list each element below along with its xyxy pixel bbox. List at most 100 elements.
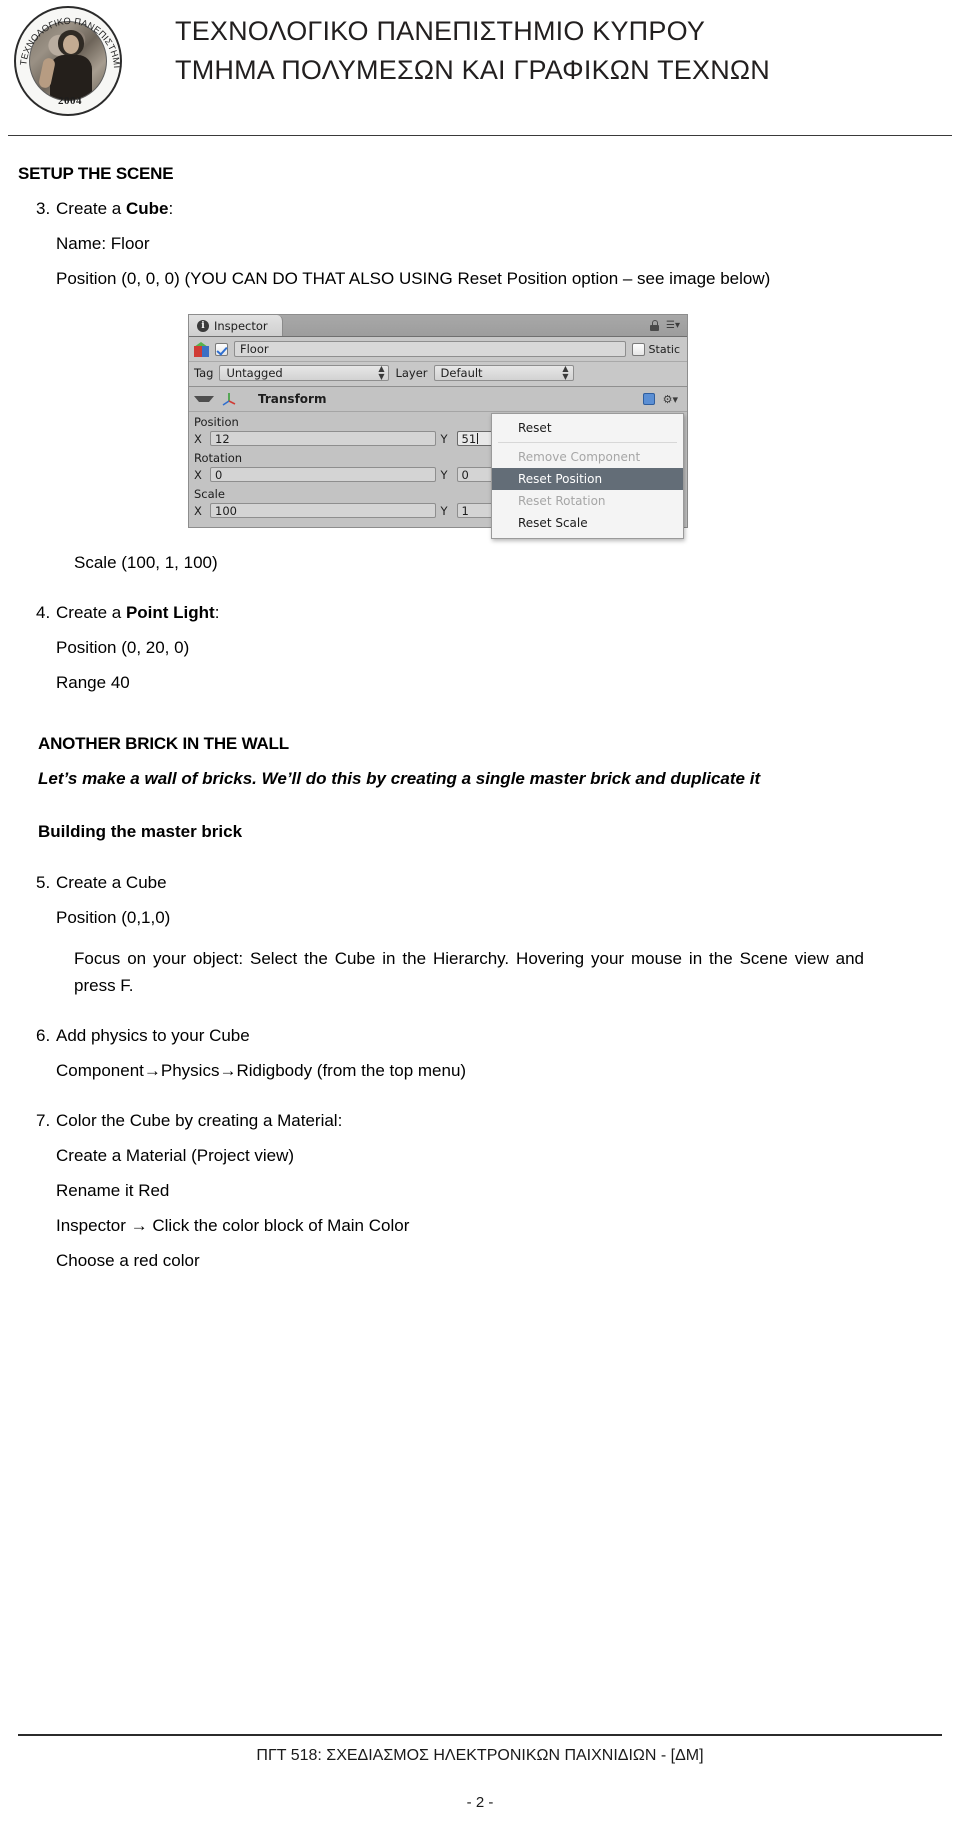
list-item-7-line3: Rename it Red [56,1181,170,1200]
list-item-5-number: 5. [36,873,51,892]
list-item-4-position-line: Position (0, 20, 0) [56,638,190,657]
inspector-tab-actions: ☰▾ [650,315,687,336]
tab-inspector[interactable]: i Inspector [189,315,283,336]
list-item-7: 7. Color the Cube by creating a Material… [18,1108,942,1274]
inspector-tag-layer-row: Tag Untagged ▲ ▼ Layer Default ▲ ▼ [189,362,687,387]
transform-context-menu[interactable]: Reset Remove Component Reset Position Re… [491,413,684,539]
list-item-7-line5: Choose a red color [56,1251,200,1270]
footer-divider [18,1734,942,1736]
position-x-axis-label: X [194,431,202,446]
list-item-3-position-line: Position (0, 0, 0) (YOU CAN DO THAT ALSO… [56,269,771,288]
rotation-y-axis-label: Y [440,467,448,482]
list-item-5: 5. Create a Cube Position (0,1,0) [18,870,942,931]
position-x-input[interactable]: 12 [210,431,436,446]
list-item-3-name-line: Name: Floor [56,234,150,253]
list-item-6-line1: Add physics to your Cube [56,1026,250,1045]
object-name-input[interactable]: Floor [234,341,626,357]
context-menu-separator [498,442,677,443]
page-footer: ΠΓΤ 518: ΣΧΕΔΙΑΣΜΟΣ ΗΛΕΚΤΡΟΝΙΚΩΝ ΠΑΙΧΝΙΔ… [0,1734,960,1823]
header-titles: ΤΕΧΝΟΛΟΓΙΚΟ ΠΑΝΕΠΙΣΤΗΜΙΟ ΚΥΠΡΟΥ ΤΜΗΜΑ ΠΟ… [175,12,770,90]
tab-inspector-label: Inspector [214,318,268,333]
static-label: Static [648,342,680,356]
building-master-brick-heading: Building the master brick [38,822,243,841]
object-active-checkbox[interactable] [215,342,228,356]
context-menu-item-reset[interactable]: Reset [492,417,683,439]
svg-text:ΤΕΧΝΟΛΟΓΙΚΟ ΠΑΝΕΠΙΣΤΗΜΙΟ ΚΥΠΡΟ: ΤΕΧΝΟΛΟΓΙΚΟ ΠΑΝΕΠΙΣΤΗΜΙΟ ΚΥΠΡΟΥ [16,8,122,69]
transform-title: Transform [258,392,327,406]
transform-axis-icon [221,392,237,406]
list-item-6-body: Add physics to your Cube Component→Physi… [56,1023,942,1084]
context-menu-item-reset-rotation: Reset Rotation [518,494,606,508]
component-header-actions: ⚙▾ [642,393,682,405]
colon-text: : [168,199,174,218]
position-y-value: 51 [461,431,477,446]
list-item-3-line1: Create a Cube: [56,196,942,222]
context-menu-item-reset-position[interactable]: Reset Position [492,468,683,490]
chevron-updown-icon: ▲ ▼ [378,364,385,381]
page-header: ΤΕΧΝΟΛΟΓΙΚΟ ΠΑΝΕΠΙΣΤΗΜΙΟ ΚΥΠΡΟΥ 2004 ΤΕΧ… [0,0,960,140]
setup-the-scene-heading: SETUP THE SCENE [18,164,174,183]
scale-x-input[interactable]: 100 [210,503,436,518]
list-item-5-position-line: Position (0,1,0) [56,908,171,927]
rotation-x-input[interactable]: 0 [210,467,436,482]
list-item-5-body: Create a Cube Position (0,1,0) [56,870,942,931]
colon-text-2: : [214,603,220,622]
scale-y-axis-label: Y [440,503,448,518]
list-item-3-scale-line: Scale (100, 1, 100) [74,553,218,572]
list-item-6: 6. Add physics to your Cube Component→Ph… [18,1023,942,1084]
list-item-3: 3. Create a Cube: Name: Floor Position (… [18,196,942,292]
list-item-4-body: Create a Point Light: Position (0, 20, 0… [56,600,942,696]
list-item-4-number: 4. [36,603,51,622]
list-item-6-number: 6. [36,1026,51,1045]
rotation-x-axis-label: X [194,467,202,482]
university-name: ΤΕΧΝΟΛΟΓΙΚΟ ΠΑΝΕΠΙΣΤΗΜΙΟ ΚΥΠΡΟΥ [175,16,706,46]
inspector-tab-bar: i Inspector ☰▾ [189,315,687,337]
scale-x-axis-label: X [194,503,202,518]
tag-dropdown[interactable]: Untagged ▲ ▼ [219,364,390,381]
brick-intro-paragraph: Let’s make a wall of bricks. We’ll do th… [38,769,761,788]
header-divider [8,135,952,136]
context-menu-item-remove-component: Remove Component [518,450,641,464]
point-light-bold-text: Point Light [125,603,215,622]
document-content: SETUP THE SCENE 3. Create a Cube: Name: … [0,164,960,1274]
list-item-3-body: Create a Cube: Name: Floor Position (0, … [56,196,942,292]
gear-icon[interactable]: ⚙▾ [663,394,678,405]
seal-year: 2004 [58,95,82,107]
create-a-text-2: Create a [56,603,126,622]
footer-course-text: ΠΓΤ 518: ΣΧΕΔΙΑΣΜΟΣ ΗΛΕΚΤΡΟΝΙΚΩΝ ΠΑΙΧΝΙΔ… [256,1747,704,1764]
chevron-updown-icon-2: ▲ ▼ [562,364,569,381]
layer-value: Default [440,366,483,380]
unity-inspector-screenshot: i Inspector ☰▾ Floor Static Tag Untagged [188,314,688,539]
another-brick-heading: ANOTHER BRICK IN THE WALL [38,734,289,753]
kebab-menu-icon[interactable]: ☰▾ [666,320,680,331]
footer-page-number: - 2 - [466,1794,494,1811]
transform-component-header[interactable]: Transform ⚙▾ [189,387,687,412]
cube-icon [194,341,209,357]
foldout-triangle-icon[interactable] [194,396,214,402]
list-item-7-body: Color the Cube by creating a Material: C… [56,1108,942,1274]
lock-icon[interactable] [650,320,660,331]
list-item-4-range-line: Range 40 [56,673,130,692]
university-logo: ΤΕΧΝΟΛΟΓΙΚΟ ΠΑΝΕΠΙΣΤΗΜΙΟ ΚΥΠΡΟΥ 2004 [14,6,124,118]
static-toggle-group: Static [631,342,682,356]
list-item-6-line2: Component→Physics→Ridigbody (from the to… [56,1061,467,1080]
info-icon: i [197,319,209,332]
list-item-7-number: 7. [36,1111,51,1130]
text-caret [477,433,479,444]
position-y-axis-label: Y [440,431,448,446]
list-item-7-line1: Color the Cube by creating a Material: [56,1111,343,1130]
static-checkbox[interactable] [631,342,645,356]
tag-value: Untagged [226,366,283,380]
list-item-4-line1: Create a Point Light: [56,600,942,626]
layer-label: Layer [395,366,428,380]
cube-bold-text: Cube [125,199,169,218]
list-item-7-line2: Create a Material (Project view) [56,1146,295,1165]
university-seal: ΤΕΧΝΟΛΟΓΙΚΟ ΠΑΝΕΠΙΣΤΗΜΙΟ ΚΥΠΡΟΥ 2004 [14,6,122,116]
layer-dropdown[interactable]: Default ▲ ▼ [433,364,574,381]
list-item-4: 4. Create a Point Light: Position (0, 20… [18,600,942,696]
help-book-icon[interactable] [642,393,655,405]
department-name: ΤΜΗΜΑ ΠΟΛΥΜΕΣΩΝ ΚΑΙ ΓΡΑΦΙΚΩΝ ΤΕΧΝΩΝ [175,55,770,85]
context-menu-item-reset-scale[interactable]: Reset Scale [492,512,683,534]
list-item-5-line1: Create a Cube [56,873,167,892]
list-item-7-line4: Inspector → Click the color block of Mai… [56,1216,410,1235]
